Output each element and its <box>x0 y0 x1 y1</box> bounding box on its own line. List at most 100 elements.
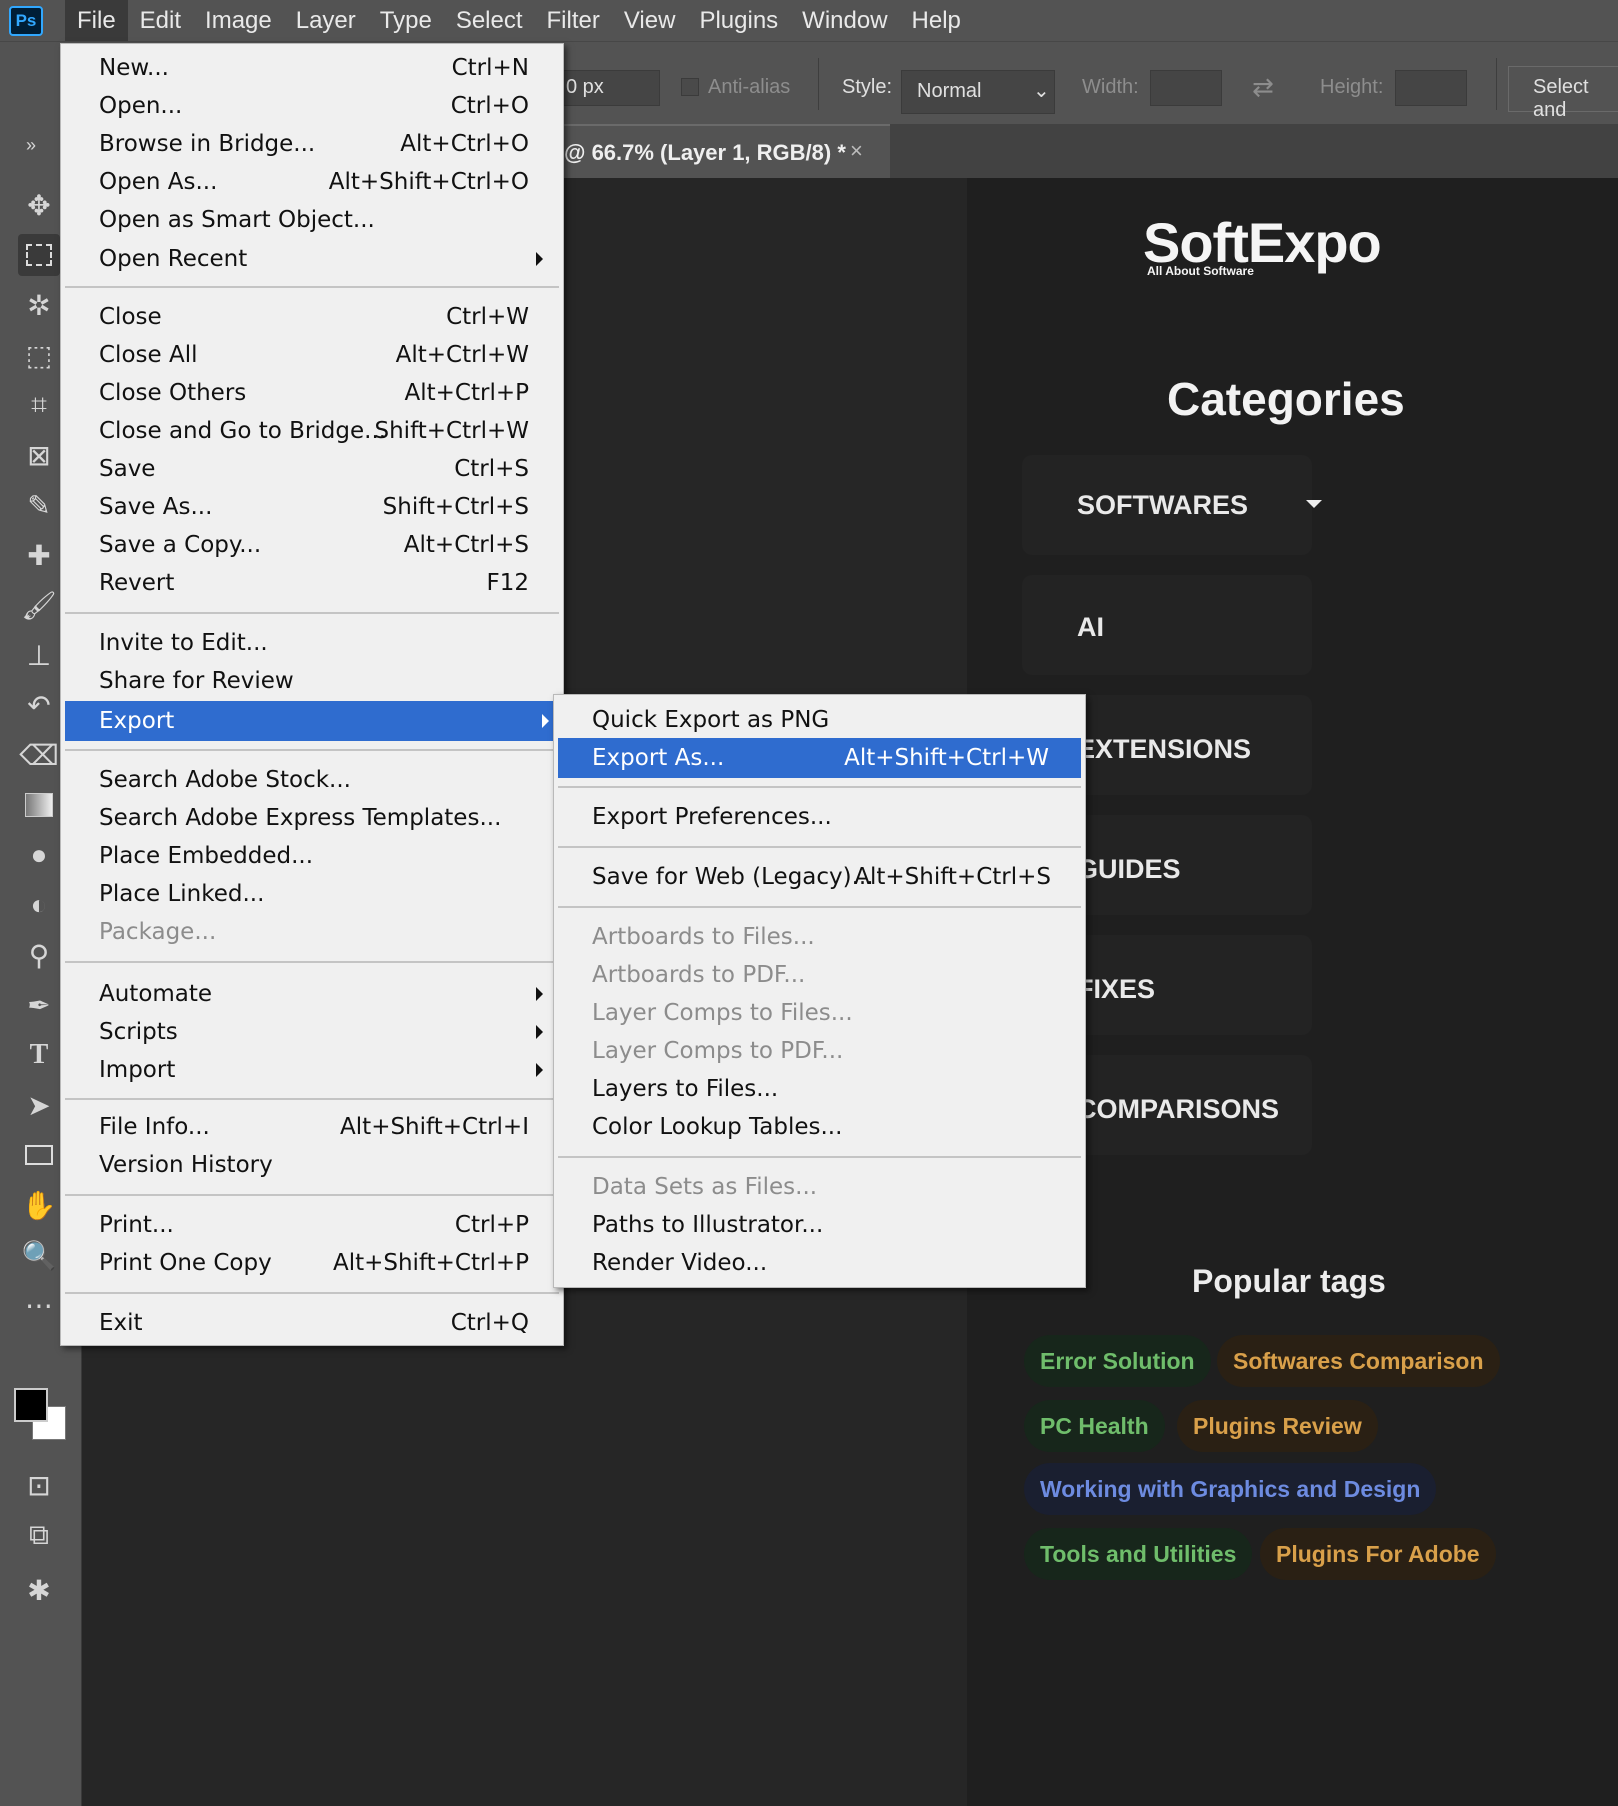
zoom-lens-tool-icon[interactable]: ⚲ <box>18 934 60 976</box>
clone-stamp-tool-icon[interactable]: ⊥ <box>18 634 60 676</box>
menu-item-open-as[interactable]: Open As...Alt+Shift+Ctrl+O <box>61 164 563 200</box>
options-divider <box>1496 58 1497 110</box>
zoom-tool-icon[interactable]: 🔍 <box>18 1234 60 1276</box>
brush-tool-icon[interactable]: 🖌 <box>18 584 60 626</box>
menu-item-place-linked[interactable]: Place Linked... <box>61 876 563 912</box>
menu-item-search-adobe-express-templates[interactable]: Search Adobe Express Templates... <box>61 800 563 836</box>
menu-item-file-info[interactable]: File Info...Alt+Shift+Ctrl+I <box>61 1109 563 1145</box>
menu-type[interactable]: Type <box>368 0 444 41</box>
eyedropper-tool-icon[interactable]: ✎ <box>18 484 60 526</box>
gradient-tool-icon[interactable] <box>18 784 60 826</box>
menu-item-export[interactable]: Export <box>65 701 555 741</box>
menu-item-print[interactable]: Print...Ctrl+P <box>61 1207 563 1243</box>
menu-item-layers-to-files[interactable]: Layers to Files... <box>554 1071 1085 1107</box>
tag-pc-health: PC Health <box>1024 1400 1165 1452</box>
marquee-tool-icon[interactable] <box>18 234 60 276</box>
menu-item-print-one-copy[interactable]: Print One CopyAlt+Shift+Ctrl+P <box>61 1245 563 1281</box>
screen-mode-icon[interactable]: ⧉ <box>18 1514 60 1556</box>
menu-view[interactable]: View <box>612 0 688 41</box>
history-brush-tool-icon[interactable]: ↶ <box>18 684 60 726</box>
select-and-mask-label: Select and <box>1533 76 1618 122</box>
quick-selection-tool-icon[interactable]: ✲ <box>18 284 60 326</box>
blur-tool-icon[interactable]: ● <box>18 834 60 876</box>
path-selection-tool-icon[interactable]: ➤ <box>18 1084 60 1126</box>
chevron-down-icon: ⌄ <box>1033 78 1050 103</box>
menu-item-package: Package... <box>61 914 563 950</box>
type-tool-icon[interactable]: T <box>18 1034 60 1076</box>
close-icon[interactable]: × <box>850 138 863 164</box>
menu-item-automate[interactable]: Automate <box>61 976 563 1012</box>
menu-layer[interactable]: Layer <box>284 0 368 41</box>
menu-item-open-as-smart-object[interactable]: Open as Smart Object... <box>61 202 563 238</box>
menu-item-paths-to-illustrator[interactable]: Paths to Illustrator... <box>554 1207 1085 1243</box>
foreground-color-swatch[interactable] <box>14 1388 48 1422</box>
menu-plugins[interactable]: Plugins <box>687 0 790 41</box>
menu-item-search-adobe-stock[interactable]: Search Adobe Stock... <box>61 762 563 798</box>
menu-filter[interactable]: Filter <box>535 0 612 41</box>
softexpo-logo-subtitle: All About Software <box>1147 264 1254 278</box>
menu-item-quick-export-as-png[interactable]: Quick Export as PNG <box>554 702 1085 738</box>
menu-item-open-recent[interactable]: Open Recent <box>61 241 563 277</box>
tag-working-with-graphics: Working with Graphics and Design <box>1024 1463 1436 1515</box>
menu-item-scripts[interactable]: Scripts <box>61 1014 563 1050</box>
feather-value: 0 px <box>566 76 604 99</box>
menu-item-export-as[interactable]: Export As...Alt+Shift+Ctrl+W <box>558 738 1081 778</box>
more-tools-icon[interactable]: ⋯ <box>18 1284 60 1326</box>
menu-item-open[interactable]: Open...Ctrl+O <box>61 88 563 124</box>
menu-item-artboards-to-files: Artboards to Files... <box>554 919 1085 955</box>
menu-file[interactable]: File <box>65 0 128 41</box>
menu-item-share-for-review[interactable]: Share for Review <box>61 663 563 699</box>
move-tool-icon[interactable]: ✥ <box>18 184 60 226</box>
height-input[interactable] <box>1395 70 1467 106</box>
menu-select[interactable]: Select <box>444 0 535 41</box>
pen-tool-icon[interactable]: ✒ <box>18 984 60 1026</box>
submenu-arrow-icon <box>542 714 549 728</box>
menu-edit[interactable]: Edit <box>128 0 193 41</box>
menu-item-export-preferences[interactable]: Export Preferences... <box>554 799 1085 835</box>
photoshop-logo-icon[interactable]: Ps <box>9 6 43 36</box>
menu-item-close-and-go-to-bridge[interactable]: Close and Go to Bridge...Shift+Ctrl+W <box>61 413 563 449</box>
dodge-tool-icon[interactable]: ◐ <box>18 884 60 926</box>
width-input[interactable] <box>1150 70 1222 106</box>
dropdown-caret-icon <box>1306 500 1322 508</box>
menu-help[interactable]: Help <box>900 0 973 41</box>
menu-item-save-as[interactable]: Save As...Shift+Ctrl+S <box>61 489 563 525</box>
menu-item-exit[interactable]: ExitCtrl+Q <box>61 1305 563 1341</box>
frame-tool-icon[interactable]: ⊠ <box>18 434 60 476</box>
generative-fill-icon[interactable]: ✱ <box>18 1569 60 1611</box>
quick-mask-icon[interactable]: ⊡ <box>18 1464 60 1506</box>
category-softwares: SOFTWARES <box>1077 490 1248 521</box>
hand-tool-icon[interactable]: ✋ <box>18 1184 60 1226</box>
menu-item-import[interactable]: Import <box>61 1052 563 1088</box>
eraser-tool-icon[interactable]: ⌫ <box>18 734 60 776</box>
menu-item-close[interactable]: CloseCtrl+W <box>61 299 563 335</box>
menu-item-save-for-web-legacy[interactable]: Save for Web (Legacy)...Alt+Shift+Ctrl+S <box>554 859 1085 895</box>
menu-item-invite-to-edit[interactable]: Invite to Edit... <box>61 625 563 661</box>
height-label: Height: <box>1320 76 1383 99</box>
color-swatches[interactable] <box>10 1384 70 1444</box>
menu-item-data-sets-as-files: Data Sets as Files... <box>554 1169 1085 1205</box>
object-selection-tool-icon[interactable]: ⬚ <box>18 334 60 376</box>
healing-brush-tool-icon[interactable]: ✚ <box>18 534 60 576</box>
menu-item-browse-in-bridge[interactable]: Browse in Bridge...Alt+Ctrl+O <box>61 126 563 162</box>
menu-item-revert[interactable]: RevertF12 <box>61 565 563 601</box>
menu-item-render-video[interactable]: Render Video... <box>554 1245 1085 1281</box>
menu-item-place-embedded[interactable]: Place Embedded... <box>61 838 563 874</box>
category-ai: AI <box>1077 612 1104 643</box>
menu-item-close-others[interactable]: Close OthersAlt+Ctrl+P <box>61 375 563 411</box>
menu-item-color-lookup-tables[interactable]: Color Lookup Tables... <box>554 1109 1085 1145</box>
menu-item-close-all[interactable]: Close AllAlt+Ctrl+W <box>61 337 563 373</box>
swap-icon[interactable]: ⇄ <box>1252 72 1274 103</box>
tag-plugins-review: Plugins Review <box>1177 1400 1378 1452</box>
menu-item-version-history[interactable]: Version History <box>61 1147 563 1183</box>
menu-item-save[interactable]: SaveCtrl+S <box>61 451 563 487</box>
menu-image[interactable]: Image <box>193 0 284 41</box>
menu-separator <box>65 1292 559 1294</box>
collapse-panel-icon[interactable]: » <box>10 124 52 166</box>
anti-alias-checkbox[interactable] <box>681 78 699 96</box>
crop-tool-icon[interactable]: ⌗ <box>18 384 60 426</box>
menu-window[interactable]: Window <box>790 0 899 41</box>
rectangle-tool-icon[interactable] <box>18 1134 60 1176</box>
menu-item-save-a-copy[interactable]: Save a Copy...Alt+Ctrl+S <box>61 527 563 563</box>
menu-item-new[interactable]: New...Ctrl+N <box>61 50 563 86</box>
